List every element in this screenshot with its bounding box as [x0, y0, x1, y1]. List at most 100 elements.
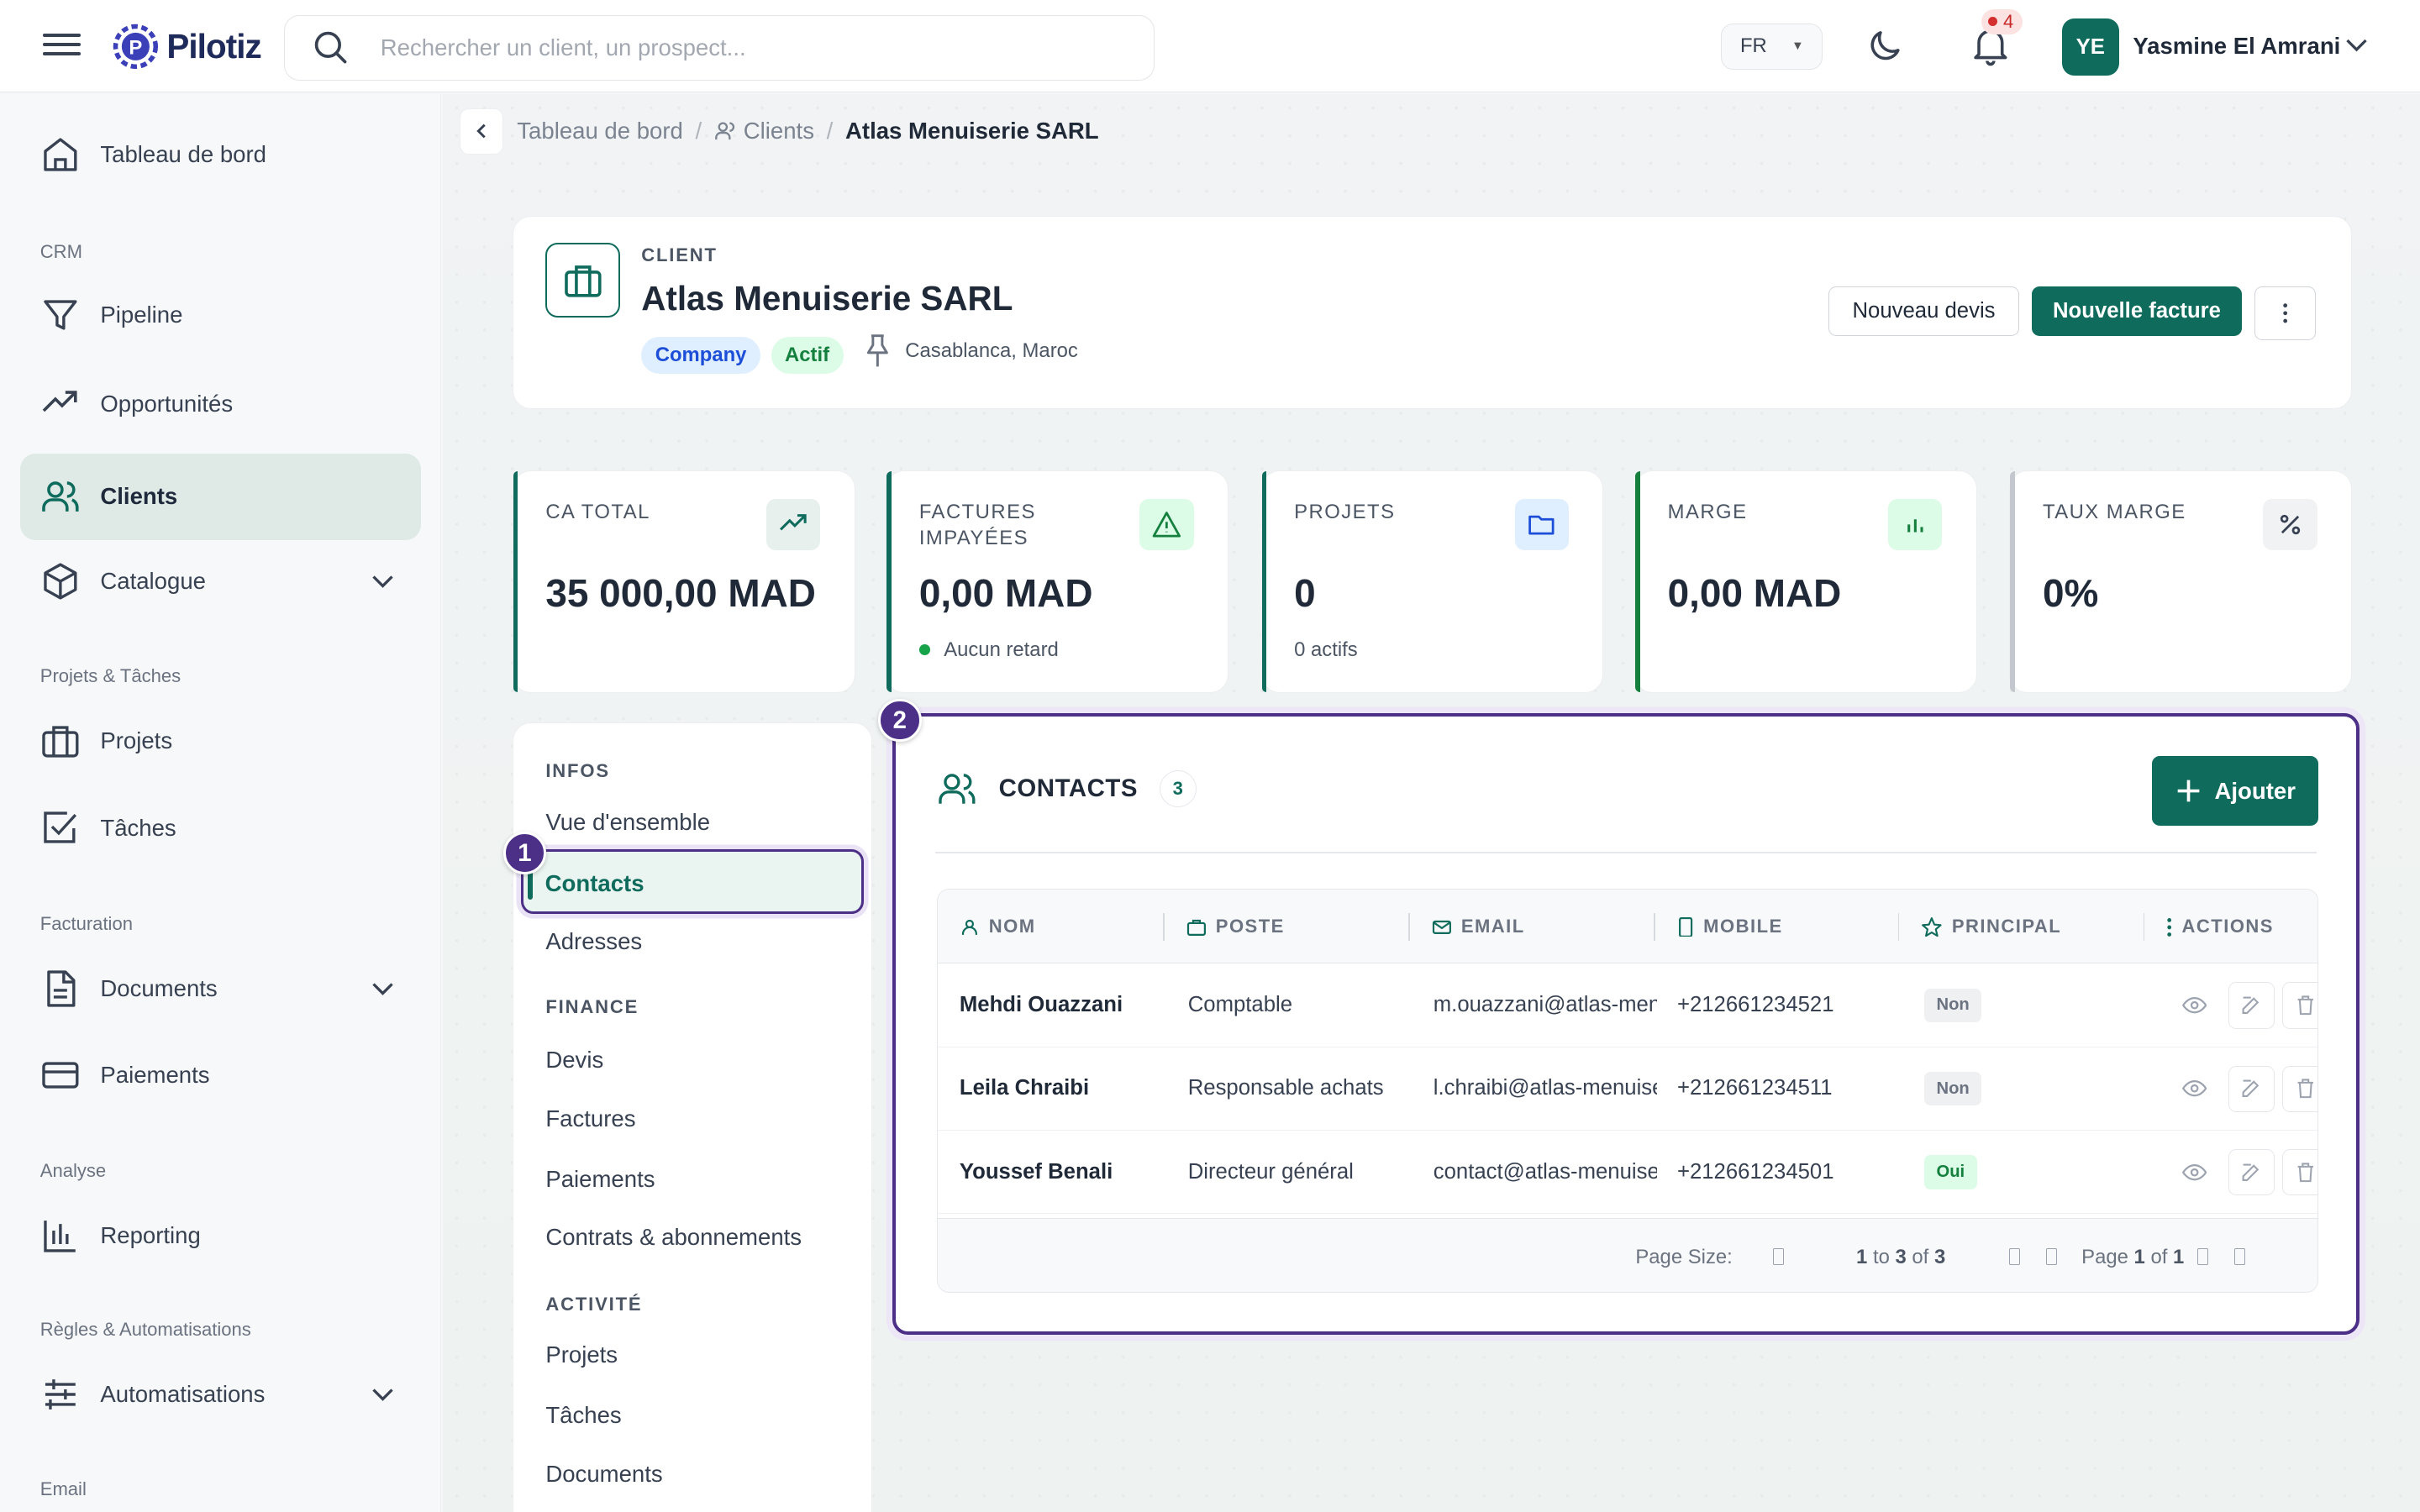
menu-item-paiements[interactable]: Paiements	[545, 1166, 655, 1193]
column-label: ACTIONS	[2181, 916, 2274, 937]
prev-page-button[interactable]	[2045, 1248, 2057, 1266]
trending-up-icon	[42, 391, 77, 412]
menu-icon[interactable]	[43, 28, 81, 61]
back-button[interactable]	[460, 108, 503, 155]
box-icon	[44, 563, 77, 601]
eye-icon[interactable]	[2181, 1076, 2207, 1100]
column-header-email[interactable]: EMAIL	[1432, 916, 1525, 937]
sidebar-item-catalogue[interactable]: Catalogue	[20, 538, 422, 625]
menu-item-overview[interactable]: Vue d'ensemble	[545, 809, 710, 836]
delete-button[interactable]	[2281, 982, 2318, 1029]
logo[interactable]: P Pilotiz	[111, 22, 262, 71]
row-range: 1 to 3 of 3	[1856, 1245, 1946, 1268]
breadcrumb-clients[interactable]: Clients	[744, 118, 814, 144]
top-bar: P Pilotiz FR ▼ 4 YE Yasmine El Amrani	[0, 0, 2420, 93]
user-name[interactable]: Yasmine El Amrani	[2133, 33, 2340, 60]
breadcrumb-home[interactable]: Tableau de bord	[517, 118, 683, 144]
page-size-select[interactable]	[1772, 1248, 1784, 1266]
filter-icon	[44, 300, 77, 330]
bar-chart-icon	[1888, 499, 1943, 550]
briefcase-icon	[1186, 919, 1206, 936]
column-header-principal[interactable]: PRINCIPAL	[1921, 916, 2061, 937]
kpi-sub: Aucun retard	[918, 638, 1059, 662]
column-label: POSTE	[1215, 916, 1285, 937]
sidebar-item-projets[interactable]: Projets	[20, 697, 422, 784]
more-options-button[interactable]	[2254, 286, 2317, 341]
menu-item-adresses[interactable]: Adresses	[545, 928, 642, 955]
cell-nom: Leila Chraibi	[959, 1076, 1090, 1100]
trash-icon	[2297, 995, 2313, 1016]
chevron-down-icon	[372, 983, 393, 996]
sliders-icon	[45, 1379, 76, 1410]
eye-icon[interactable]	[2181, 993, 2207, 1017]
more-vertical-icon	[2282, 303, 2287, 323]
column-label: EMAIL	[1460, 916, 1525, 937]
contacts-header: CONTACTS 3	[937, 769, 1197, 809]
column-header-mobile[interactable]: MOBILE	[1677, 916, 1783, 937]
menu-item-documents[interactable]: Documents	[545, 1461, 662, 1488]
menu-item-devis[interactable]: Devis	[545, 1047, 603, 1074]
sidebar-item-documents[interactable]: Documents	[20, 946, 422, 1032]
cell-email[interactable]: contact@atlas-menuiserie.ma	[1434, 1160, 1657, 1184]
users-icon	[41, 481, 79, 512]
chevron-down-icon	[372, 575, 393, 589]
sidebar-item-clients[interactable]: Clients	[19, 453, 422, 540]
delete-button[interactable]	[2281, 1148, 2318, 1195]
menu-item-contrats[interactable]: Contrats & abonnements	[545, 1224, 802, 1251]
next-page-button[interactable]	[2196, 1248, 2208, 1266]
edit-button[interactable]	[2228, 982, 2275, 1029]
add-contact-button[interactable]: Ajouter	[2151, 756, 2319, 826]
edit-button[interactable]	[2228, 1148, 2275, 1195]
kpi-taux-marge: TAUX MARGE 0%	[2009, 470, 2353, 693]
table-row[interactable]: Leila Chraibi Responsable achats l.chrai…	[938, 1047, 2318, 1131]
cell-poste: Comptable	[1187, 993, 1293, 1017]
sidebar-item-pipeline[interactable]: Pipeline	[20, 271, 422, 358]
moon-icon[interactable]	[1865, 26, 1905, 66]
sidebar-item-label: Catalogue	[100, 568, 206, 595]
sidebar-item-label: Documents	[100, 975, 218, 1002]
column-header-poste[interactable]: POSTE	[1186, 916, 1285, 937]
menu-item-contacts[interactable]: Contacts	[520, 849, 864, 915]
credit-card-icon	[42, 1062, 79, 1089]
avatar[interactable]: YE	[2061, 18, 2119, 76]
sidebar-section-analyse: Analyse	[39, 1160, 107, 1182]
svg-text:P: P	[129, 36, 143, 59]
first-page-button[interactable]	[2008, 1248, 2020, 1266]
menu-item-projets[interactable]: Projets	[545, 1341, 618, 1368]
sidebar-section-email: Email	[39, 1478, 87, 1499]
search-bar[interactable]	[283, 15, 1155, 81]
sidebar-item-automatisations[interactable]: Automatisations	[20, 1352, 422, 1438]
column-header-nom[interactable]: NOM	[960, 916, 1036, 937]
sidebar-item-dashboard[interactable]: Tableau de bord	[20, 111, 422, 197]
table-row[interactable]: Mehdi Ouazzani Comptable m.ouazzani@atla…	[938, 963, 2318, 1047]
new-quote-button[interactable]: Nouveau devis	[1828, 286, 2020, 336]
sidebar-section-crm: CRM	[39, 240, 82, 262]
phone-icon	[1678, 916, 1693, 937]
status-dot	[918, 644, 930, 655]
sidebar-item-label: Opportunités	[100, 391, 234, 417]
sidebar-item-reporting[interactable]: Reporting	[20, 1193, 422, 1279]
new-invoice-button[interactable]: Nouvelle facture	[2032, 286, 2242, 336]
kpi-sub: 0 actifs	[1294, 638, 1358, 661]
last-page-button[interactable]	[2234, 1248, 2245, 1266]
menu-item-taches[interactable]: Tâches	[545, 1402, 621, 1429]
chevron-down-icon[interactable]	[2343, 31, 2370, 59]
edit-button[interactable]	[2228, 1065, 2275, 1112]
sidebar-item-paiements[interactable]: Paiements	[20, 1032, 422, 1119]
briefcase-icon	[42, 726, 79, 758]
client-location: Casablanca, Maroc	[862, 333, 1078, 370]
kpi-label: MARGE	[1667, 501, 1748, 524]
cell-email[interactable]: l.chraibi@atlas-menuiserie.ma	[1434, 1076, 1657, 1100]
eye-icon[interactable]	[2181, 1160, 2207, 1184]
cell-email[interactable]: m.ouazzani@atlas-menuiserie.ma	[1434, 993, 1657, 1017]
column-header-actions[interactable]: ACTIONS	[2166, 916, 2274, 937]
language-select[interactable]: FR ▼	[1720, 23, 1823, 70]
search-input[interactable]	[380, 34, 1091, 61]
kpi-projets: PROJETS 0 0 actifs	[1260, 470, 1604, 693]
menu-item-factures[interactable]: Factures	[545, 1105, 635, 1132]
table-row[interactable]: Youssef Benali Directeur général contact…	[938, 1131, 2318, 1214]
sidebar-item-taches[interactable]: Tâches	[20, 785, 422, 872]
delete-button[interactable]	[2281, 1065, 2318, 1112]
sidebar-item-opportunites[interactable]: Opportunités	[20, 361, 422, 448]
table-header: NOM POSTE EMAIL MOBILE PRINCIPAL ACTIONS	[938, 890, 2318, 964]
